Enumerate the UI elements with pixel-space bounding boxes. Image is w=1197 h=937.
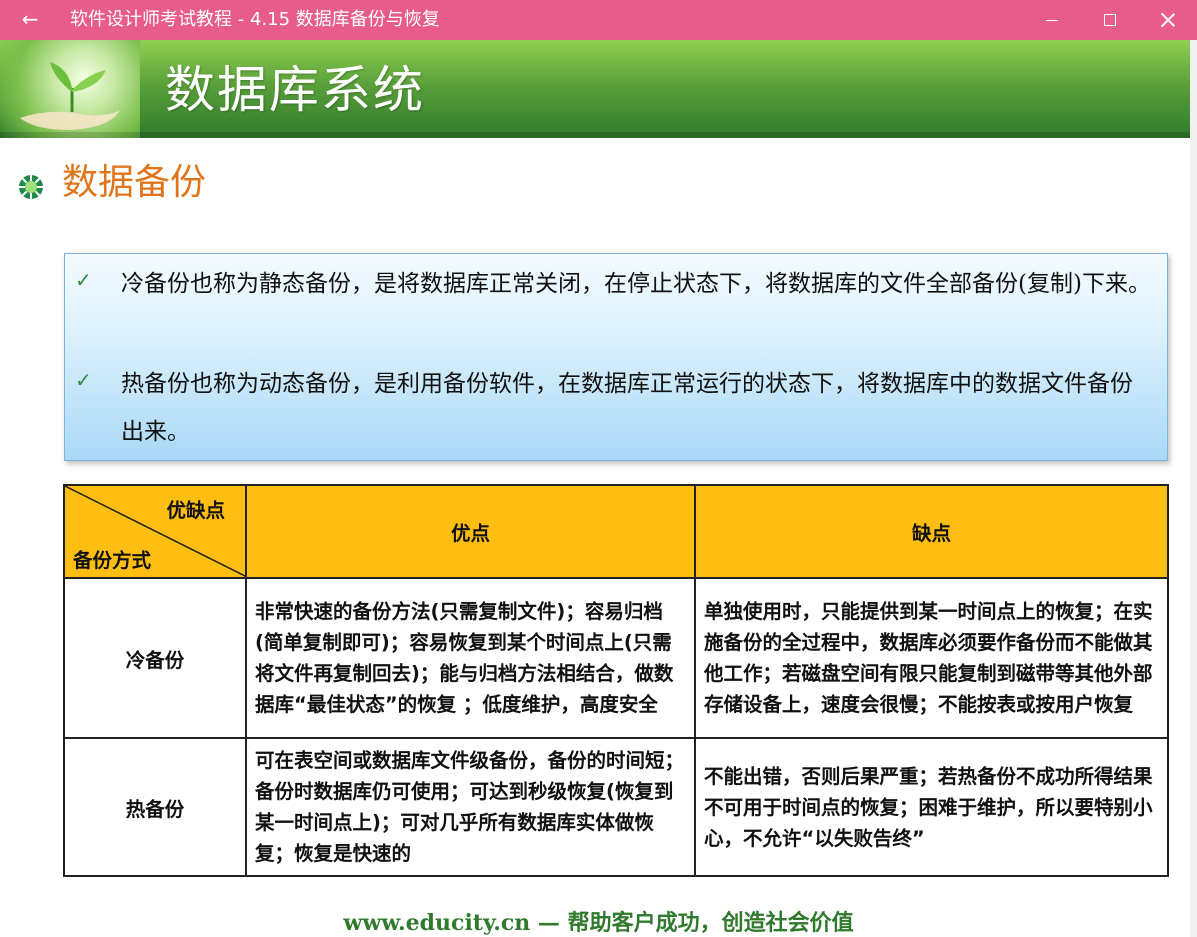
table-header-row: 优缺点 备份方式 优点 缺点 — [63, 484, 1169, 579]
maximize-button[interactable] — [1081, 0, 1139, 40]
close-button[interactable] — [1139, 0, 1197, 40]
footer-slogan: www.educity.cn — 帮助客户成功，创造社会价值 — [343, 910, 854, 936]
cold-backup-cons: 单独使用时，只能提供到某一时间点上的恢复；在实施备份的全过程中，数据库必须要作备… — [694, 577, 1169, 739]
table-row: 冷备份 非常快速的备份方法(只需复制文件)；容易归档(简单复制即可)；容易恢复到… — [63, 577, 1169, 739]
maximize-icon — [1104, 14, 1116, 26]
cold-backup-definition: 冷备份也称为静态备份，是将数据库正常关闭，在停止状态下，将数据库的文件全部备份(… — [121, 271, 1151, 297]
header-backup-method-label: 备份方式 — [73, 549, 152, 572]
window-titlebar: ← 软件设计师考试教程 - 4.15 数据库备份与恢复 — [0, 0, 1197, 40]
flower-bullet-icon — [19, 175, 43, 199]
minimize-button[interactable] — [1023, 0, 1081, 40]
row-cold-backup: 冷备份 — [63, 577, 247, 739]
header-pros-cons-label: 优缺点 — [166, 499, 225, 522]
seedling-hand-logo — [0, 40, 140, 138]
definition-box: ✓ 冷备份也称为静态备份，是将数据库正常关闭，在停止状态下，将数据库的文件全部备… — [64, 253, 1168, 461]
header-pros: 优点 — [245, 484, 696, 579]
row-hot-backup: 热备份 — [63, 737, 247, 877]
backup-comparison-table: 优缺点 备份方式 优点 缺点 冷备份 非常快速的备份方法(只需复制文件)；容易归… — [63, 484, 1169, 877]
window-title: 软件设计师考试教程 - 4.15 数据库备份与恢复 — [70, 9, 440, 30]
banner-title: 数据库系统 — [165, 61, 425, 119]
back-arrow-icon[interactable]: ← — [18, 7, 42, 31]
hot-backup-definition: 热备份也称为动态备份，是利用备份软件，在数据库正常运行的状态下，将数据库中的数据… — [121, 371, 1133, 445]
slide-banner: 数据库系统 — [0, 40, 1197, 138]
checkmark-icon: ✓ — [75, 268, 92, 292]
hot-backup-cons: 不能出错，否则后果严重；若热备份不成功所得结果不可用于时间点的恢复；困难于维护，… — [694, 737, 1169, 877]
cold-backup-pros: 非常快速的备份方法(只需复制文件)；容易归档(简单复制即可)；容易恢复到某个时间… — [245, 577, 696, 739]
section-title: 数据备份 — [62, 162, 207, 203]
diagonal-header-cell: 优缺点 备份方式 — [63, 484, 247, 579]
header-cons: 缺点 — [694, 484, 1169, 579]
hot-backup-pros: 可在表空间或数据库文件级备份，备份的时间短；备份时数据库仍可使用；可达到秒级恢复… — [245, 737, 696, 877]
table-row: 热备份 可在表空间或数据库文件级备份，备份的时间短；备份时数据库仍可使用；可达到… — [63, 737, 1169, 877]
right-edge-bar — [1190, 40, 1197, 937]
slide-content: 数据库系统 数据备份 ✓ 冷备份也称为静态备份，是将数据库正常关闭，在停止状态下… — [0, 40, 1197, 937]
minimize-icon — [1046, 19, 1058, 21]
close-icon — [1161, 13, 1175, 27]
banner-shadow — [0, 132, 1197, 138]
checkmark-icon: ✓ — [75, 368, 92, 392]
